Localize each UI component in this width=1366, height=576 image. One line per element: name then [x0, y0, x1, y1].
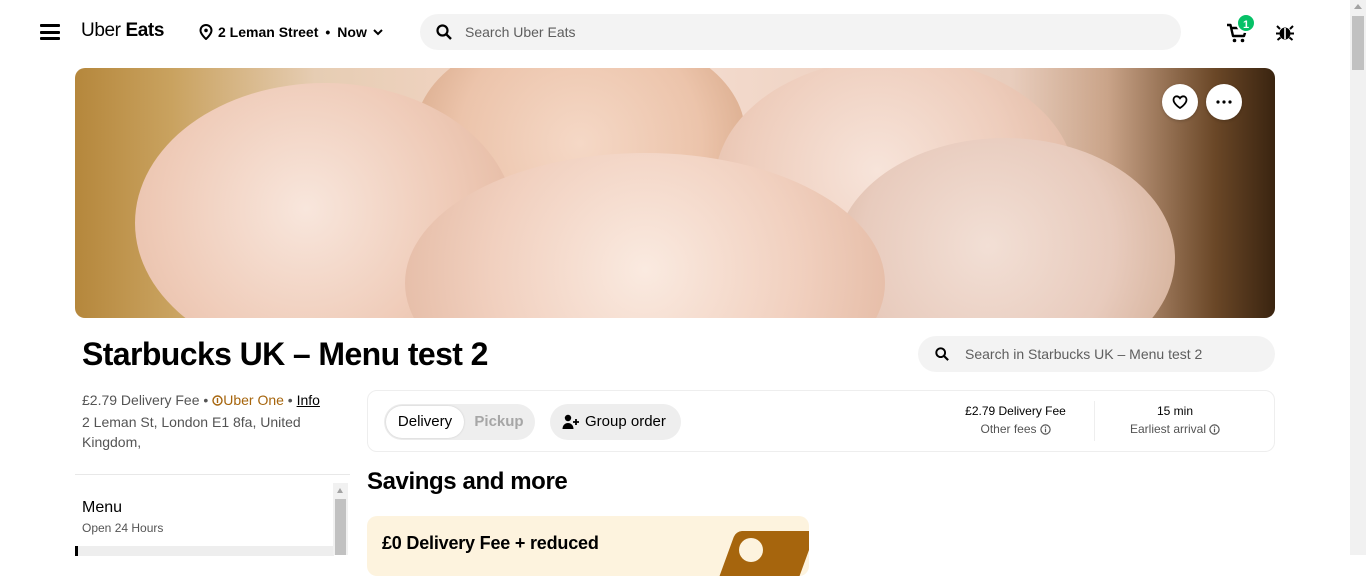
delivery-toggle-option[interactable]: Delivery	[386, 406, 464, 438]
eta-label: Earliest arrival	[1129, 422, 1207, 436]
page-scrollbar[interactable]	[1350, 0, 1366, 555]
delivery-fee-text: £2.79 Delivery Fee	[82, 392, 200, 408]
global-search-placeholder: Search Uber Eats	[465, 24, 576, 40]
cart-count-badge[interactable]: 1	[1236, 13, 1256, 33]
promo-text: £0 Delivery Fee + reduced	[382, 533, 599, 553]
scroll-up-arrow-icon[interactable]	[337, 488, 343, 493]
store-address: 2 Leman St, London E1 8fa, United Kingdo…	[82, 414, 301, 450]
info-bullet: •	[287, 392, 293, 408]
eta-summary: 15 min Earliest arrival	[1124, 403, 1226, 439]
delivery-time-text: Now	[337, 24, 367, 40]
other-fees-label: Other fees	[980, 422, 1037, 436]
ellipsis-icon	[1216, 100, 1232, 104]
location-separator: •	[325, 24, 331, 40]
delivery-fee-summary: £2.79 Delivery Fee Other fees	[958, 403, 1073, 439]
menu-navigation: Menu Open 24 Hours	[75, 483, 350, 556]
group-order-button[interactable]: Group order	[550, 404, 681, 440]
scrollbar-thumb[interactable]	[1352, 16, 1364, 70]
menu-nav-title[interactable]: Menu	[82, 499, 122, 517]
menu-nav-scrollbar[interactable]	[333, 483, 348, 555]
info-bullet: •	[203, 392, 209, 408]
uber-one-label: Uber One	[223, 392, 284, 408]
delivery-pickup-toggle: Delivery Pickup	[384, 404, 535, 440]
top-navigation-bar: Uber Eats 2 Leman Street • Now Search Ub…	[0, 0, 1350, 64]
promo-card[interactable]: £0 Delivery Fee + reduced	[367, 516, 809, 576]
scroll-up-arrow-icon[interactable]	[1354, 4, 1362, 9]
location-pin-icon	[199, 24, 213, 40]
savings-heading: Savings and more	[367, 468, 568, 495]
store-info-line: £2.79 Delivery Fee • Uber One • Info	[82, 392, 320, 408]
favorite-button[interactable]	[1162, 84, 1198, 120]
location-text: 2 Leman Street	[218, 24, 319, 40]
store-search-placeholder: Search in Starbucks UK – Menu test 2	[965, 346, 1203, 362]
uber-eats-logo[interactable]: Uber Eats	[81, 20, 164, 42]
order-options-card: Delivery Pickup Group order £2.79 Delive…	[367, 390, 1275, 452]
store-hero-image	[75, 68, 1275, 318]
bug-report-icon[interactable]	[1275, 22, 1295, 42]
group-order-label: Group order	[585, 413, 666, 430]
pickup-toggle-option[interactable]: Pickup	[466, 406, 532, 438]
eta-info[interactable]: Earliest arrival	[1124, 419, 1226, 439]
heart-icon	[1172, 95, 1188, 109]
global-search-input[interactable]: Search Uber Eats	[420, 14, 1181, 50]
add-person-icon	[562, 414, 579, 429]
eta-time: 15 min	[1156, 404, 1194, 418]
logo-text-eats: Eats	[125, 20, 165, 41]
chevron-down-icon	[373, 29, 383, 36]
card-divider	[1094, 401, 1095, 441]
menu-nav-scrollbar-thumb[interactable]	[335, 499, 346, 555]
other-fees-info[interactable]: Other fees	[958, 419, 1073, 439]
hamburger-menu-icon[interactable]	[40, 24, 60, 40]
search-icon	[935, 347, 949, 361]
info-icon	[1039, 423, 1051, 435]
store-title: Starbucks UK – Menu test 2	[82, 336, 488, 372]
delivery-fee-amount: £2.79 Delivery Fee	[965, 404, 1066, 418]
search-icon	[436, 24, 452, 40]
price-tag-hole	[739, 538, 763, 562]
uber-one-icon	[212, 395, 223, 406]
logo-text-uber: Uber	[81, 20, 121, 41]
more-options-button[interactable]	[1206, 84, 1242, 120]
store-info-link[interactable]: Info	[297, 392, 320, 408]
section-divider	[75, 474, 350, 475]
delivery-location-selector[interactable]: 2 Leman Street • Now	[199, 22, 388, 42]
info-icon	[1209, 423, 1220, 435]
menu-nav-hours: Open 24 Hours	[82, 521, 164, 535]
store-search-input[interactable]: Search in Starbucks UK – Menu test 2	[918, 336, 1275, 372]
